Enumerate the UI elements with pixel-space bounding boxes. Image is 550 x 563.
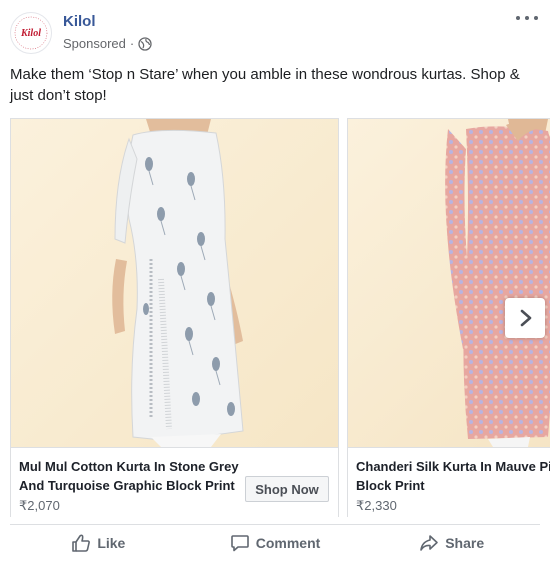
- like-label: Like: [97, 535, 126, 551]
- globe-icon: [138, 36, 152, 51]
- sponsored-label[interactable]: Sponsored: [63, 36, 126, 51]
- product-image[interactable]: [11, 119, 338, 447]
- meta-separator: ·: [129, 36, 135, 51]
- carousel-card[interactable]: Mul Mul Cotton Kurta In Stone Grey And T…: [10, 118, 339, 517]
- action-bar: Like Comment Share: [10, 524, 540, 561]
- kilol-logo: Kilol: [12, 14, 50, 52]
- comment-label: Comment: [255, 535, 321, 551]
- card-info: Chanderi Silk Kurta In Mauve Pink Block …: [348, 447, 550, 517]
- logo-text: Kilol: [20, 28, 41, 39]
- product-title[interactable]: Mul Mul Cotton Kurta In Stone Grey And T…: [19, 457, 249, 495]
- like-button[interactable]: Like: [10, 525, 187, 561]
- product-price: ₹2,330: [356, 498, 397, 513]
- comment-button[interactable]: Comment: [187, 525, 364, 561]
- thumbs-up-icon: [72, 534, 91, 552]
- comment-icon: [230, 535, 249, 552]
- share-icon: [420, 535, 439, 551]
- product-carousel: Mul Mul Cotton Kurta In Stone Grey And T…: [0, 118, 550, 518]
- sponsored-post: Kilol Kilol Sponsored · Make them ‘Stop …: [0, 0, 550, 563]
- page-avatar[interactable]: Kilol: [10, 12, 52, 54]
- post-meta: Sponsored ·: [63, 36, 152, 51]
- product-image[interactable]: [348, 119, 550, 447]
- product-title[interactable]: Chanderi Silk Kurta In Mauve Pink Block …: [356, 457, 550, 495]
- chevron-right-icon: [520, 309, 532, 327]
- page-name-link[interactable]: Kilol: [63, 13, 96, 30]
- post-caption: Make them ‘Stop n Stare’ when you amble …: [10, 66, 520, 104]
- card-info: Mul Mul Cotton Kurta In Stone Grey And T…: [11, 447, 338, 517]
- more-horizontal-icon: [516, 16, 520, 20]
- product-price: ₹2,070: [19, 498, 60, 513]
- share-label: Share: [445, 535, 485, 551]
- carousel-next-button[interactable]: [505, 298, 545, 338]
- shop-now-button[interactable]: Shop Now: [245, 476, 329, 502]
- more-options-button[interactable]: [516, 10, 538, 26]
- share-button[interactable]: Share: [363, 525, 540, 561]
